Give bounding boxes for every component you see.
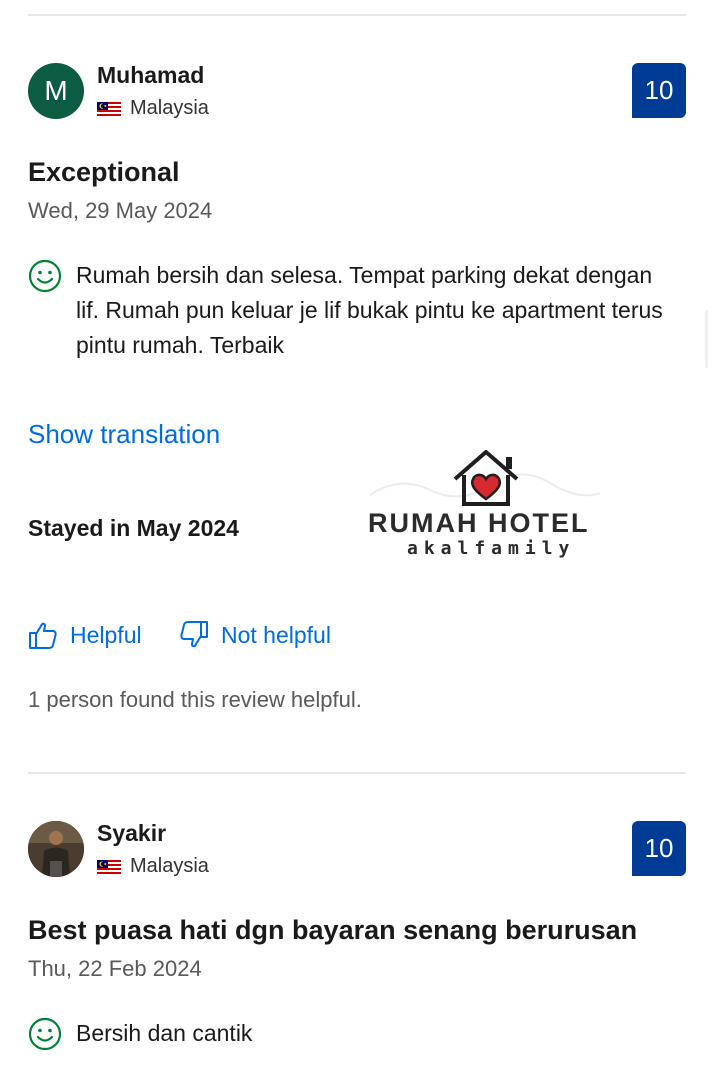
smiley-positive-icon	[28, 1017, 62, 1051]
review-title: Best puasa hati dgn bayaran senang berur…	[28, 915, 638, 945]
malaysia-flag-icon	[97, 859, 121, 874]
stayed-date: Stayed in May 2024	[28, 515, 239, 541]
review-score-badge: 10	[632, 821, 686, 876]
review-date: Thu, 22 Feb 2024	[28, 956, 202, 981]
person-photo-icon	[28, 821, 84, 877]
review-positive-text: Rumah bersih dan selesa. Tempat parking …	[76, 262, 663, 358]
thumbs-down-icon	[180, 621, 208, 648]
country-label: Malaysia	[130, 855, 209, 877]
smiley-positive-icon	[28, 259, 62, 293]
house-heart-logo	[369, 450, 601, 506]
malaysia-flag-icon	[97, 101, 121, 116]
reviewer-country: Malaysia	[97, 855, 209, 878]
review-date: Wed, 29 May 2024	[28, 198, 213, 223]
scrollbar[interactable]	[705, 310, 708, 368]
reviewer-country: Malaysia	[97, 97, 209, 120]
avatar-initial: M	[44, 75, 68, 106]
reviewer-avatar-photo	[28, 821, 84, 877]
review-title: Exceptional	[28, 157, 180, 187]
reviewer-name: Syakir	[97, 820, 167, 846]
logo-brand-text: RUMAH HOTEL	[368, 508, 590, 538]
review-positive-text: Bersih dan cantik	[76, 1020, 253, 1046]
reviewer-name: Muhamad	[97, 62, 205, 88]
reviewer-avatar: M	[28, 63, 84, 119]
logo-tagline-text: akalfamily	[407, 538, 576, 559]
not-helpful-label: Not helpful	[221, 621, 331, 648]
helpful-label: Helpful	[70, 621, 142, 648]
helpful-count-text: 1 person found this review helpful.	[28, 687, 362, 712]
not-helpful-button[interactable]: Not helpful	[179, 620, 331, 650]
thumbs-up-icon	[29, 622, 57, 649]
helpful-button[interactable]: Helpful	[28, 620, 142, 650]
divider-review	[28, 772, 686, 774]
country-label: Malaysia	[130, 97, 209, 119]
rumah-hotel-watermark: RUMAH HOTEL akalfamily	[360, 445, 620, 570]
review-score-badge: 10	[632, 63, 686, 118]
divider-top	[28, 14, 686, 16]
show-translation-link[interactable]: Show translation	[28, 419, 220, 450]
